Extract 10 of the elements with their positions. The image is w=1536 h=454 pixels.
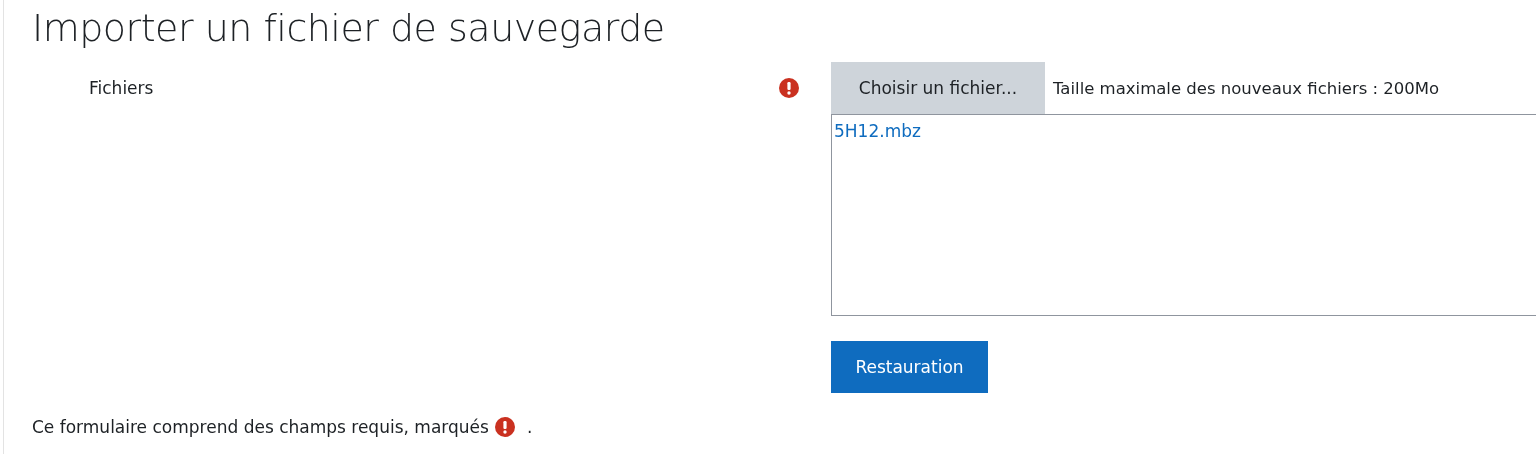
max-size-note: Taille maximale des nouveaux fichiers : 200Mo: [1053, 78, 1440, 98]
page-title: Importer un fichier de sauvegarde: [32, 5, 666, 52]
period-text: .: [526, 417, 533, 437]
file-link[interactable]: 5H12.mbz: [834, 121, 1534, 141]
choose-file-button[interactable]: Choisir un fichier...: [831, 62, 1045, 114]
required-fields-note: Ce formulaire comprend des champs requis, marqués: [32, 417, 489, 437]
restore-button[interactable]: Restauration: [831, 341, 988, 393]
field-label: Fichiers: [89, 78, 154, 98]
file-drop-area[interactable]: 5H12.mbz: [831, 114, 1536, 316]
required-icon: [494, 417, 515, 437]
